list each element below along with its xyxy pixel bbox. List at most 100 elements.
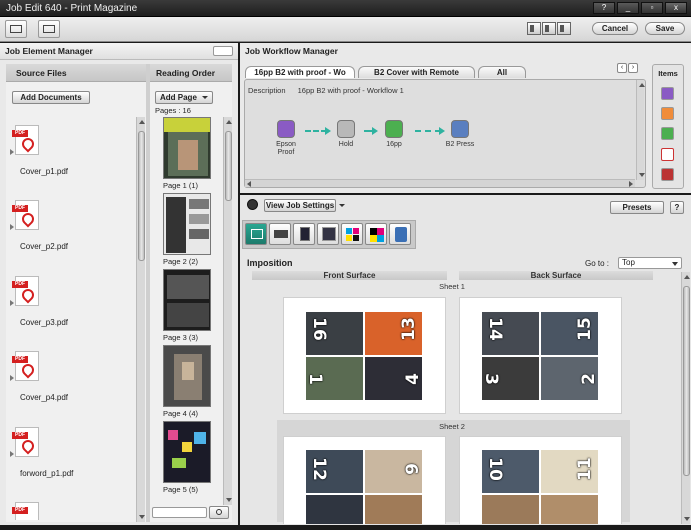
- pause-icon: [337, 120, 355, 138]
- imposition-layout: 10 11: [481, 449, 599, 524]
- help-button[interactable]: ?: [670, 201, 684, 214]
- page-label: Page 3 (3): [163, 333, 199, 342]
- scroll-thumb[interactable]: [683, 286, 690, 476]
- pdf-file-icon: PDF: [12, 276, 39, 306]
- pdf-item-icon[interactable]: [661, 148, 674, 161]
- printer-item-icon[interactable]: [661, 168, 674, 181]
- imposition-settings-icon[interactable]: [245, 223, 267, 245]
- view-job-settings-button[interactable]: View Job Settings: [264, 199, 336, 212]
- workflow-node-label: B2 Press: [445, 141, 475, 148]
- panel-menu-icon[interactable]: [213, 46, 233, 56]
- workflow-node-label: Epson Proof: [276, 141, 296, 156]
- cancel-button[interactable]: Cancel: [592, 22, 638, 35]
- scroll-up-icon[interactable]: [225, 119, 232, 126]
- goto-select[interactable]: Top: [618, 257, 682, 269]
- page-thumbnail[interactable]: [163, 421, 211, 483]
- page-search-input[interactable]: [152, 507, 207, 518]
- scroll-left-icon[interactable]: [247, 181, 251, 187]
- pdf-file-icon: PDF: [12, 351, 39, 381]
- scroll-up-icon[interactable]: [138, 119, 145, 126]
- pdf-file-icon: PDF: [12, 427, 39, 457]
- tab-b2-cover-remote[interactable]: B2 Cover with Remote: [358, 66, 475, 78]
- dropdown-arrow-icon[interactable]: [339, 204, 345, 207]
- imposition-scrollbar[interactable]: [681, 272, 690, 524]
- scroll-down-icon[interactable]: [225, 496, 232, 503]
- page-number: 15: [575, 317, 596, 341]
- maximize-button[interactable]: ▫: [641, 2, 663, 14]
- source-file-item[interactable]: PDF forword_p1.pdf: [10, 427, 130, 497]
- presets-button[interactable]: Presets: [610, 201, 664, 214]
- workflow-node[interactable]: B2 Press: [443, 120, 477, 149]
- tab-next-icon[interactable]: ›: [628, 63, 638, 73]
- layout-settings-icon[interactable]: [317, 223, 339, 245]
- workflow-node-label: 16pp: [386, 141, 402, 148]
- grid-view-icon[interactable]: [5, 20, 27, 38]
- sheet-label: Sheet 1: [439, 282, 465, 291]
- search-button[interactable]: [209, 506, 229, 519]
- page-number: 16: [308, 317, 329, 341]
- workflow-node[interactable]: Hold: [329, 120, 363, 149]
- expand-arrow-icon[interactable]: [10, 149, 14, 155]
- color-settings-icon[interactable]: [341, 223, 363, 245]
- source-file-item[interactable]: PDF: [10, 502, 130, 520]
- pages-settings-icon[interactable]: [293, 223, 315, 245]
- proof-item-icon[interactable]: [661, 87, 674, 100]
- goto-label: Go to :: [585, 259, 610, 268]
- workflow-vertical-scrollbar[interactable]: [636, 80, 645, 180]
- scroll-down-icon[interactable]: [683, 515, 690, 522]
- tab-16pp-b2-proof[interactable]: 16pp B2 with proof - Wo: [245, 66, 355, 78]
- expand-arrow-icon[interactable]: [10, 451, 14, 457]
- page-thumbnail[interactable]: [163, 117, 211, 179]
- layout-left-icon[interactable]: [527, 22, 541, 35]
- expand-arrow-icon[interactable]: [10, 300, 14, 306]
- scroll-right-icon[interactable]: [629, 181, 633, 187]
- workflow-manager-title: Job Workflow Manager: [240, 43, 691, 60]
- page-thumbnail[interactable]: [163, 193, 211, 255]
- scroll-down-icon[interactable]: [638, 171, 645, 178]
- scroll-up-icon[interactable]: [638, 82, 645, 89]
- scroll-thumb[interactable]: [225, 131, 232, 201]
- settings-info-icon[interactable]: [247, 199, 258, 210]
- layout-right-icon[interactable]: [557, 22, 571, 35]
- window-title-bar: Job Edit 640 - Print Magazine ? _ ▫ x: [0, 0, 691, 17]
- scroll-down-icon[interactable]: [138, 513, 145, 520]
- job-element-manager-title: Job Element Manager: [0, 43, 238, 60]
- job-info-icon[interactable]: [389, 223, 411, 245]
- imposition-icon: [385, 120, 403, 138]
- page-number: 9: [403, 463, 423, 475]
- window-controls: ? _ ▫ x: [593, 2, 687, 14]
- page-thumbnail[interactable]: [163, 345, 211, 407]
- imposition-item-icon[interactable]: [661, 127, 674, 140]
- source-file-item[interactable]: PDF Cover_p2.pdf: [10, 200, 130, 270]
- pdf-file-icon: PDF: [12, 200, 39, 230]
- tab-prev-icon[interactable]: ‹: [617, 63, 627, 73]
- workflow-node[interactable]: Epson Proof: [269, 120, 303, 157]
- expand-arrow-icon[interactable]: [10, 375, 14, 381]
- layout-center-icon[interactable]: [542, 22, 556, 35]
- help-window-button[interactable]: ?: [593, 2, 615, 14]
- workflow-horizontal-scrollbar[interactable]: [245, 179, 635, 187]
- tab-all[interactable]: All: [478, 66, 526, 78]
- scroll-thumb[interactable]: [138, 131, 145, 261]
- workflow-node[interactable]: 16pp: [377, 120, 411, 149]
- print-settings-icon[interactable]: [269, 223, 291, 245]
- minimize-button[interactable]: _: [617, 2, 639, 14]
- marks-settings-icon[interactable]: [365, 223, 387, 245]
- imposition-section-title: Imposition: [247, 258, 293, 268]
- source-file-item[interactable]: PDF Cover_p1.pdf: [10, 125, 130, 195]
- workflow-view-icon[interactable]: [38, 20, 60, 38]
- imposition-layout: 16 13 1 4: [305, 311, 423, 401]
- page-number: 2: [579, 373, 599, 385]
- reading-order-scrollbar[interactable]: [223, 117, 232, 505]
- add-documents-button[interactable]: Add Documents: [12, 91, 90, 104]
- output-item-icon[interactable]: [661, 107, 674, 120]
- scroll-up-icon[interactable]: [683, 274, 690, 281]
- source-files-scrollbar[interactable]: [136, 117, 145, 522]
- add-page-button[interactable]: Add Page: [155, 91, 213, 104]
- page-thumbnail[interactable]: [163, 269, 211, 331]
- source-file-item[interactable]: PDF Cover_p4.pdf: [10, 351, 130, 421]
- source-file-item[interactable]: PDF Cover_p3.pdf: [10, 276, 130, 346]
- save-button[interactable]: Save: [645, 22, 685, 35]
- close-button[interactable]: x: [665, 2, 687, 14]
- expand-arrow-icon[interactable]: [10, 224, 14, 230]
